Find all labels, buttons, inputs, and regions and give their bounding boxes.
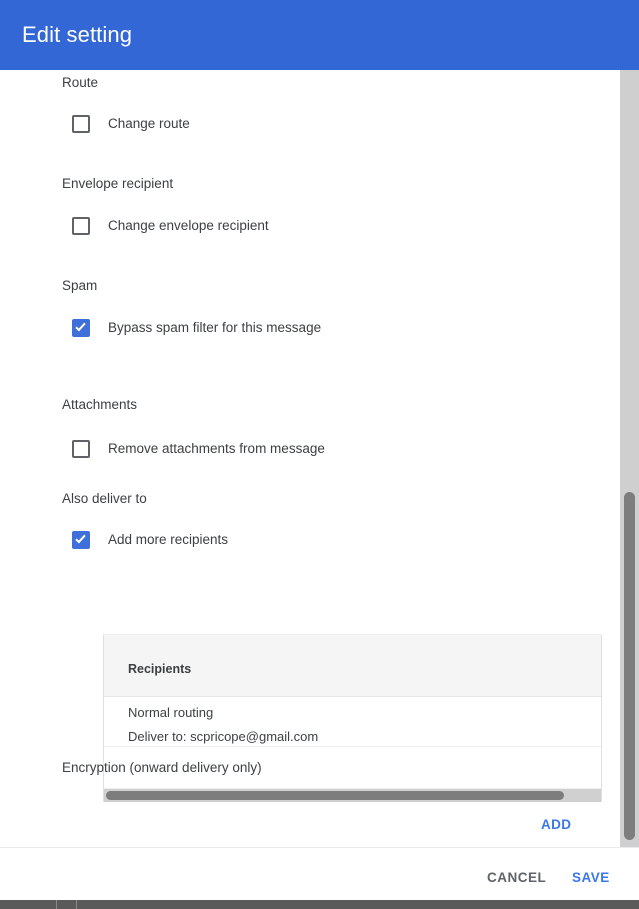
section-spam: Spam Bypass spam filter for this message — [0, 274, 620, 382]
table-cell-routing-type: Normal routing — [128, 705, 214, 720]
table-cell-deliver-to: Deliver to: scpricope@gmail.com — [128, 729, 319, 744]
checkbox-label-remove-attachments: Remove attachments from message — [108, 441, 325, 456]
dialog-action-bar: CANCEL SAVE — [0, 847, 639, 900]
section-encryption: Encryption (onward delivery only) — [0, 755, 620, 795]
edit-setting-dialog: Edit setting Route Change route Envelope… — [0, 0, 639, 900]
checkbox-remove-attachments[interactable] — [72, 440, 90, 458]
dialog-vertical-scrollbar[interactable] — [620, 70, 639, 847]
background-divider — [76, 900, 77, 909]
dialog-vertical-scrollbar-thumb[interactable] — [624, 492, 635, 840]
checkbox-bypass-spam-filter[interactable] — [72, 319, 90, 337]
checkbox-change-envelope-recipient[interactable] — [72, 217, 90, 235]
section-also-deliver-to: Also deliver to Add more recipients — [0, 486, 620, 566]
section-envelope-recipient: Envelope recipient Change envelope recip… — [0, 171, 620, 273]
background-strip — [0, 900, 639, 909]
checkbox-label-change-route: Change route — [108, 116, 190, 131]
column-header-recipients: Recipients — [128, 662, 192, 676]
checkbox-add-more-recipients[interactable] — [72, 531, 90, 549]
add-button[interactable]: ADD — [541, 817, 571, 832]
section-label-envelope-recipient: Envelope recipient — [62, 176, 174, 191]
table-row[interactable]: Normal routing Deliver to: scpricope@gma… — [104, 697, 601, 747]
checkbox-row-change-envelope-recipient[interactable]: Change envelope recipient — [72, 216, 269, 236]
section-label-attachments: Attachments — [62, 397, 138, 412]
section-label-also-deliver-to: Also deliver to — [62, 491, 147, 506]
checkbox-row-bypass-spam-filter[interactable]: Bypass spam filter for this message — [72, 318, 321, 338]
section-label-spam: Spam — [62, 278, 98, 293]
page-title: Edit setting — [22, 22, 133, 47]
checkmark-icon — [75, 532, 86, 544]
dialog-title-bar: Edit setting — [0, 0, 639, 70]
checkbox-row-add-more-recipients[interactable]: Add more recipients — [72, 530, 228, 550]
checkbox-change-route[interactable] — [72, 115, 90, 133]
checkbox-row-remove-attachments[interactable]: Remove attachments from message — [72, 439, 325, 459]
section-route: Route Change route — [0, 70, 620, 170]
checkbox-label-add-more-recipients: Add more recipients — [108, 532, 229, 547]
section-attachments: Attachments Remove attachments from mess… — [0, 384, 620, 484]
checkmark-icon — [75, 320, 86, 332]
section-label-route: Route — [62, 75, 99, 90]
background-divider — [56, 900, 57, 909]
dialog-scroll-body: Route Change route Envelope recipient Ch… — [0, 70, 620, 847]
section-label-encryption: Encryption (onward delivery only) — [62, 760, 262, 775]
checkbox-label-bypass-spam-filter: Bypass spam filter for this message — [108, 320, 322, 335]
table-header-row: Recipients — [104, 635, 601, 697]
cancel-button[interactable]: CANCEL — [487, 870, 546, 885]
checkbox-label-change-envelope-recipient: Change envelope recipient — [108, 218, 269, 233]
save-button[interactable]: SAVE — [572, 870, 610, 885]
checkbox-row-change-route[interactable]: Change route — [72, 114, 190, 134]
